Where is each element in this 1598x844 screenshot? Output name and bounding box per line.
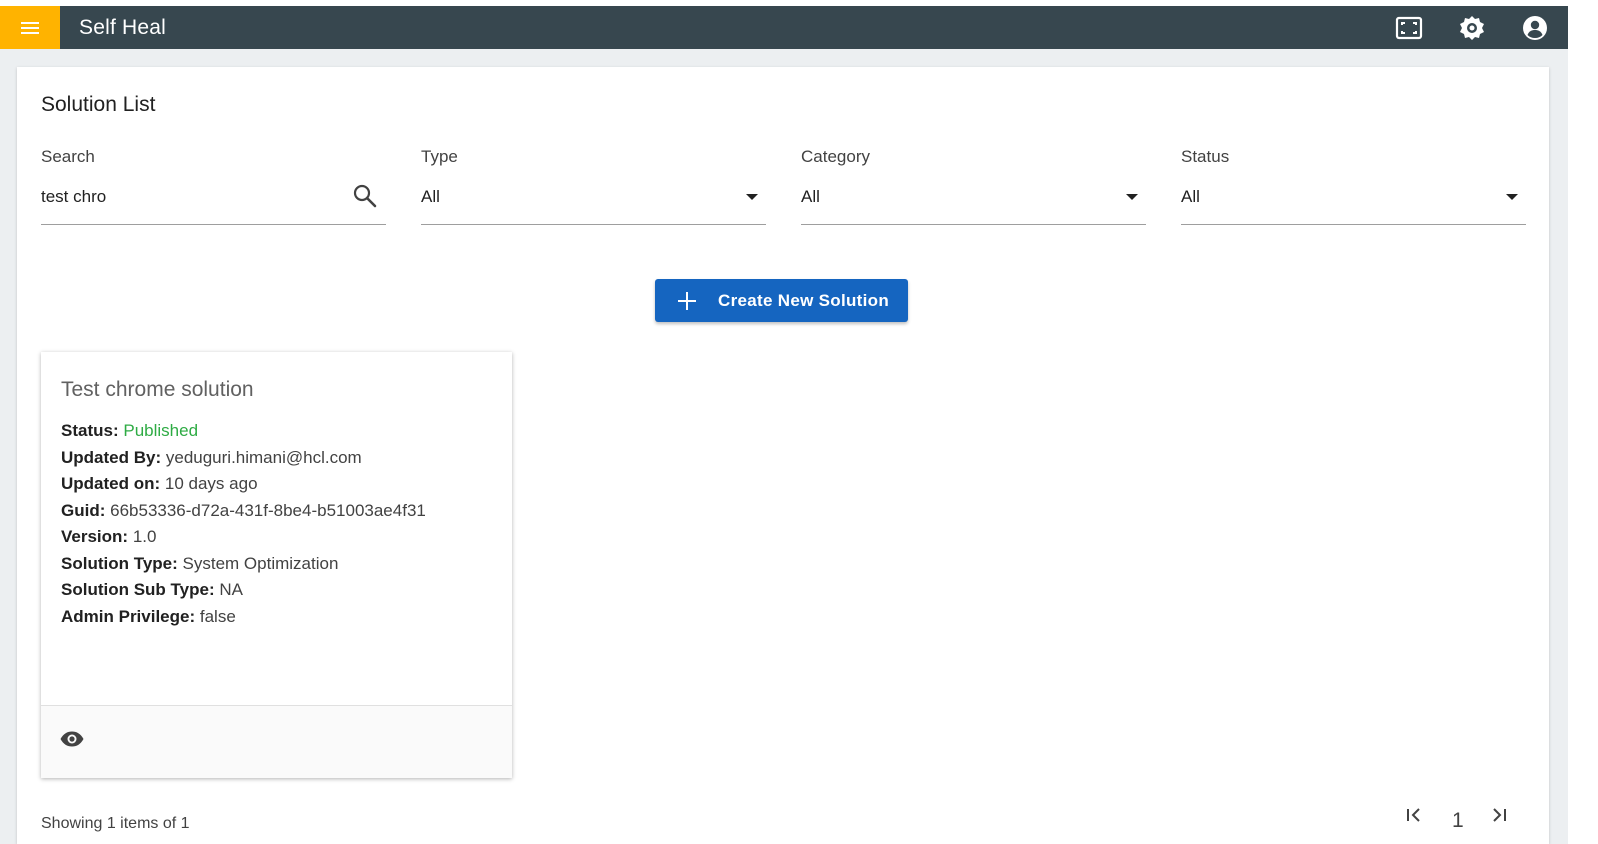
field-value: yeduguri.himani@hcl.com [165, 447, 362, 467]
field-updated-by: Updated By: yeduguri.himani@hcl.com [61, 445, 426, 472]
app-bar-actions [1392, 6, 1568, 49]
category-underline [801, 224, 1146, 225]
field-key: Version: [61, 527, 129, 546]
search-icon[interactable] [352, 183, 378, 209]
page-title: Solution List [41, 93, 156, 116]
field-value: System Optimization [182, 553, 339, 573]
right-gutter [1568, 0, 1598, 844]
app-title: Self Heal [79, 15, 167, 39]
chevron-down-icon[interactable] [746, 194, 758, 200]
type-filter[interactable]: Type All [421, 147, 766, 227]
chevron-down-icon[interactable] [1126, 194, 1138, 200]
field-updated-on: Updated on: 10 days ago [61, 471, 426, 498]
solution-card[interactable]: Test chrome solution Status: Published U… [41, 352, 512, 778]
solution-card-fields: Status: Published Updated By: yeduguri.h… [61, 418, 426, 630]
field-status: Status: Published [61, 418, 426, 445]
type-select-value[interactable]: All [421, 187, 721, 207]
solution-card-footer [41, 705, 512, 778]
field-key: Updated By: [61, 447, 162, 467]
solution-list-panel: Solution List Search Type All Category A… [17, 67, 1549, 844]
field-admin-privilege: Admin Privilege: false [61, 604, 426, 631]
type-label: Type [421, 147, 458, 166]
field-value: false [199, 606, 236, 626]
field-key: Guid: [61, 500, 106, 520]
field-value: 1.0 [132, 527, 157, 546]
settings-icon [1460, 15, 1484, 40]
field-value: NA [219, 580, 243, 599]
fullscreen-icon [1395, 16, 1423, 39]
chevron-down-icon[interactable] [1506, 194, 1518, 200]
search-label: Search [41, 147, 95, 166]
category-filter[interactable]: Category All [801, 147, 1146, 227]
field-key: Solution Sub Type: [61, 580, 215, 599]
field-solution-sub-type: Solution Sub Type: NA [61, 577, 426, 604]
create-new-solution-button[interactable]: Create New Solution [655, 279, 908, 322]
page-number-1[interactable]: 1 [1452, 809, 1464, 833]
field-key: Updated on: [61, 474, 161, 493]
menu-button[interactable] [0, 6, 60, 49]
status-value: Published [123, 421, 199, 440]
app-bar: Self Heal [0, 6, 1568, 49]
status-label: Status [1181, 147, 1230, 166]
items-count-text: Showing 1 items of 1 [41, 815, 190, 832]
eye-icon[interactable] [59, 726, 85, 752]
status-underline [1181, 224, 1526, 225]
account-icon [1523, 15, 1547, 40]
fullscreen-button[interactable] [1392, 11, 1426, 45]
field-key: Solution Type: [61, 553, 178, 573]
category-label: Category [801, 147, 870, 166]
search-filter: Search [41, 147, 386, 227]
field-version: Version: 1.0 [61, 524, 426, 551]
field-key: Status: [61, 421, 119, 440]
account-button[interactable] [1518, 11, 1552, 45]
search-input[interactable] [41, 187, 341, 207]
field-solution-type: Solution Type: System Optimization [61, 551, 426, 578]
status-select-value[interactable]: All [1181, 187, 1481, 207]
create-button-label: Create New Solution [718, 290, 890, 310]
first-page-icon[interactable] [1405, 805, 1423, 825]
category-select-value[interactable]: All [801, 187, 1101, 207]
search-underline [41, 224, 386, 225]
field-key: Admin Privilege: [61, 606, 196, 626]
status-filter[interactable]: Status All [1181, 147, 1526, 227]
last-page-icon[interactable] [1490, 805, 1508, 825]
settings-button[interactable] [1455, 11, 1489, 45]
type-underline [421, 224, 766, 225]
plus-icon [677, 291, 697, 311]
field-guid: Guid: 66b53336-d72a-431f-8be4-b51003ae4f… [61, 498, 426, 525]
menu-icon [21, 21, 39, 34]
solution-card-title: Test chrome solution [61, 378, 254, 401]
field-value: 10 days ago [164, 474, 258, 493]
field-value: 66b53336-d72a-431f-8be4-b51003ae4f31 [110, 500, 426, 520]
